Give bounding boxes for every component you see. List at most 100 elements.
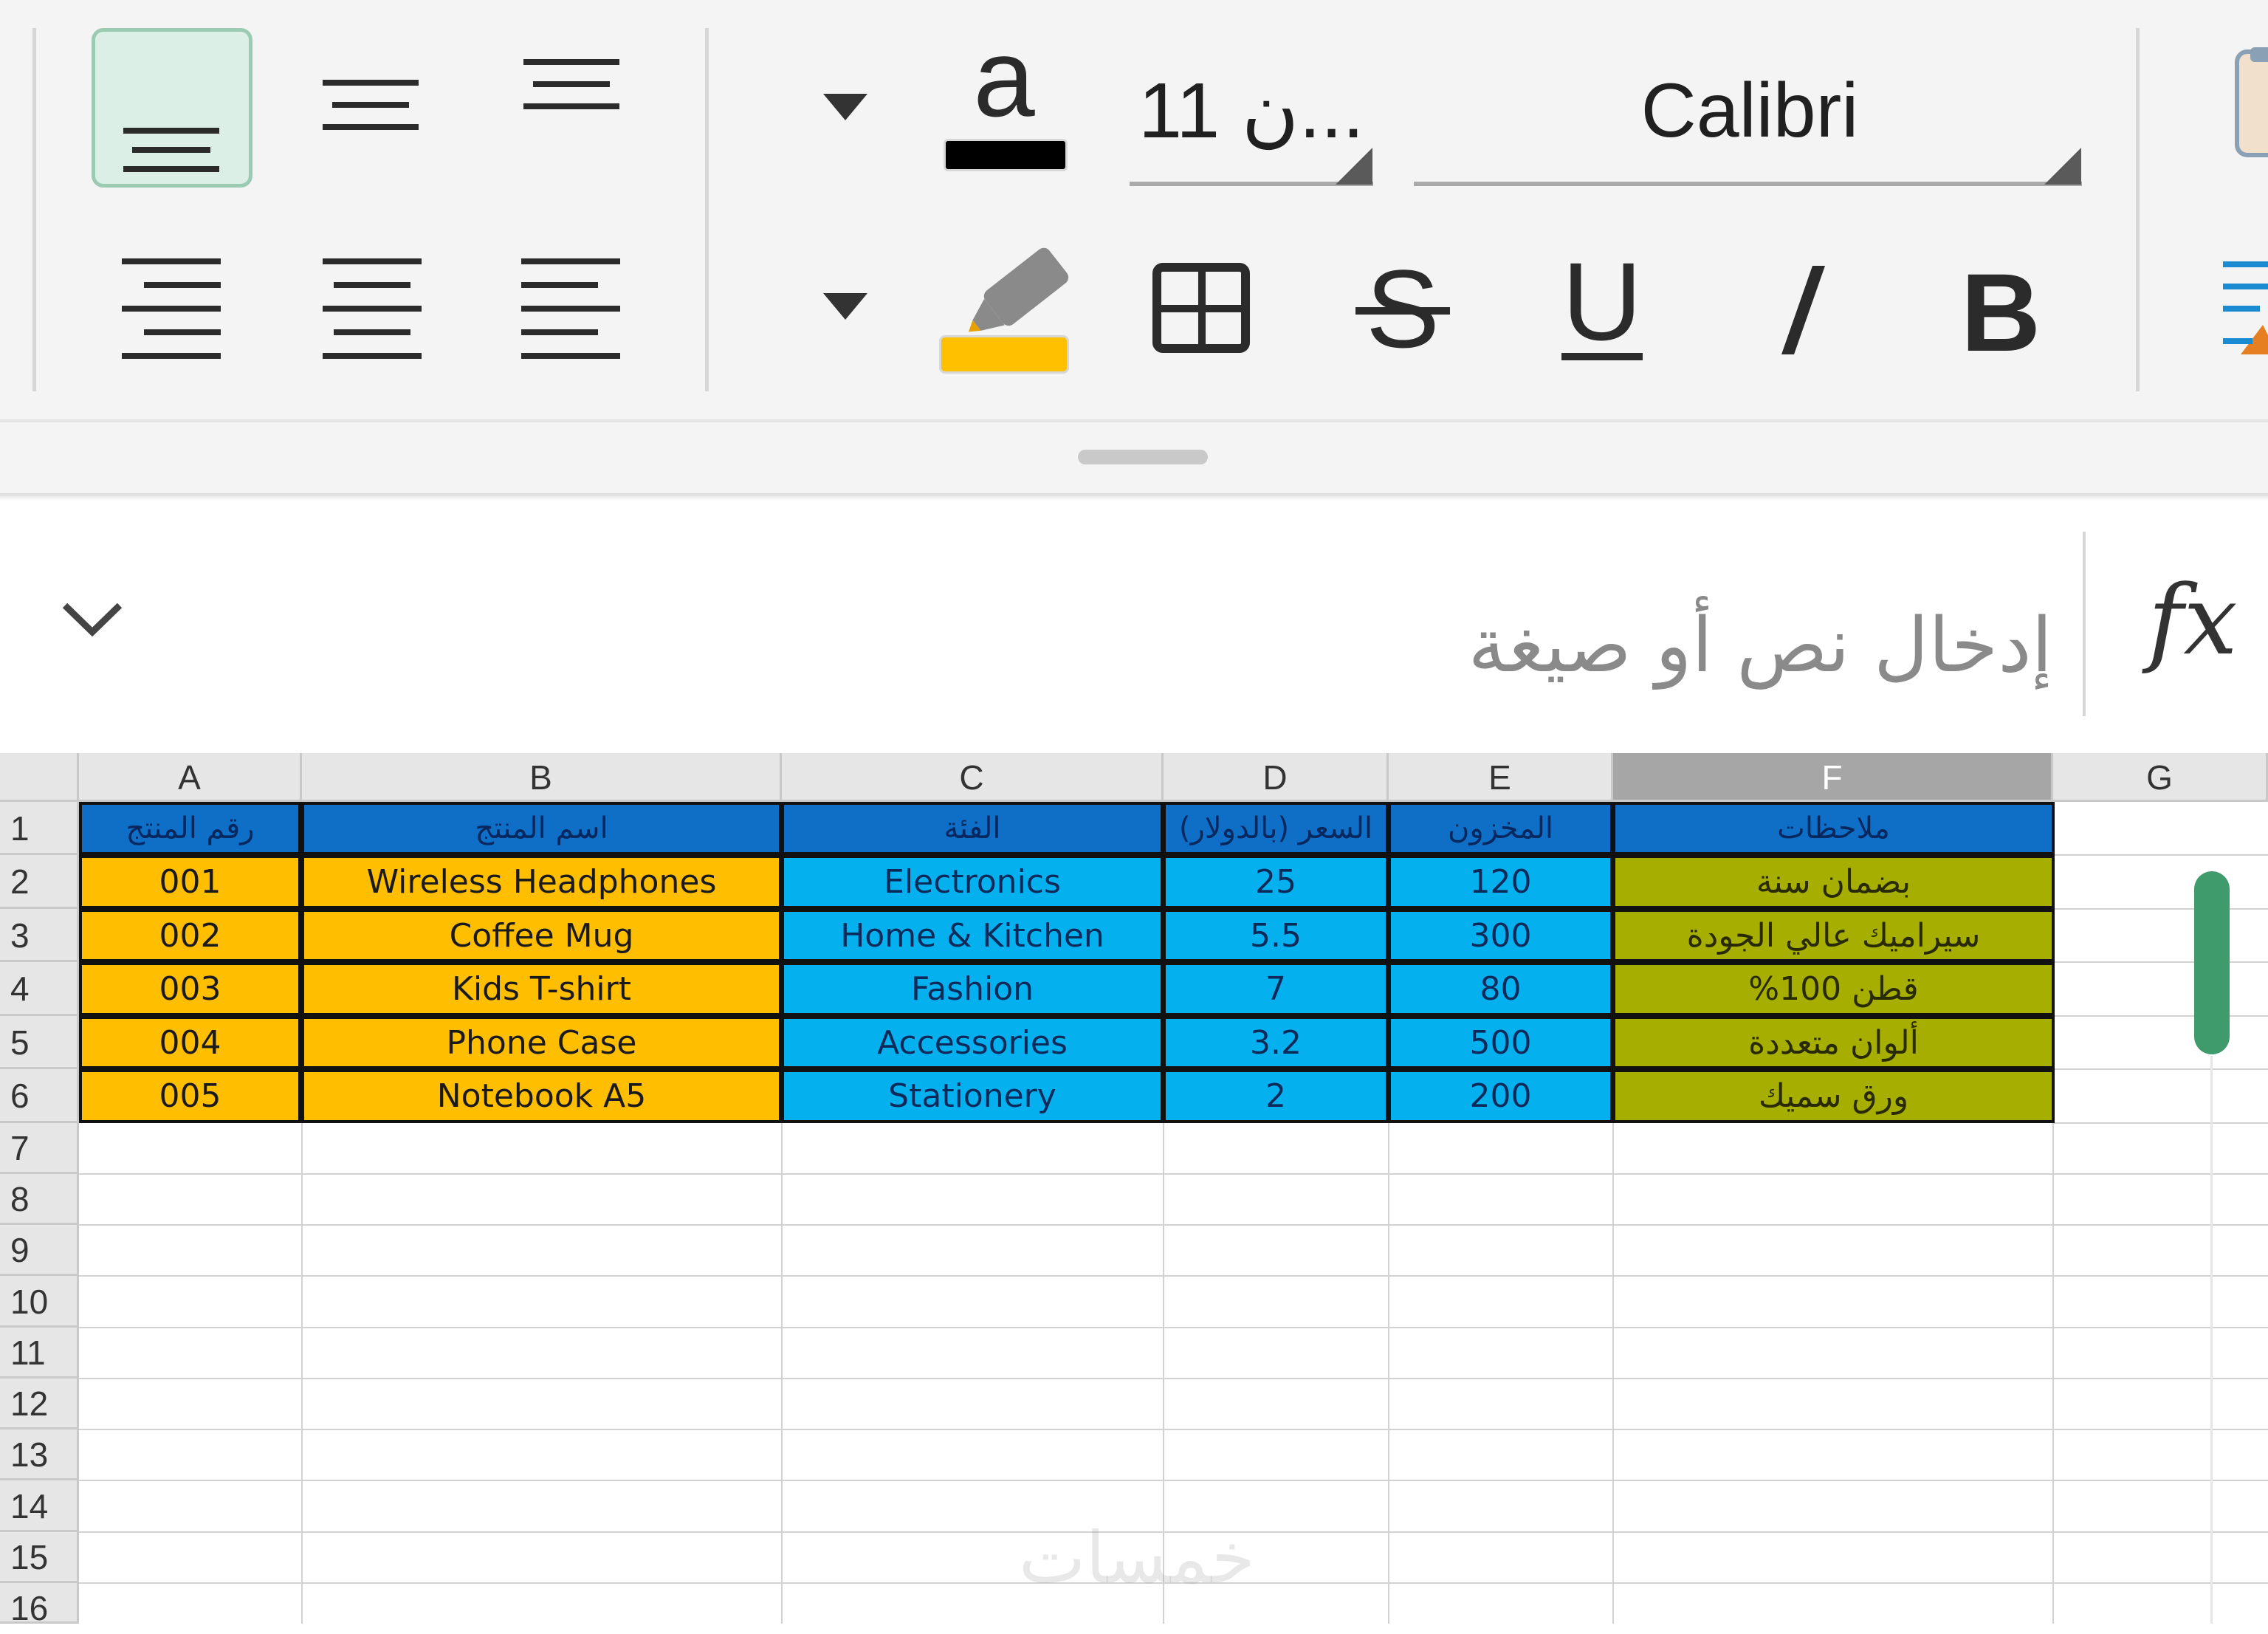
align-top-button[interactable]: [505, 28, 638, 188]
cell-c3[interactable]: Home & Kitchen: [784, 912, 1161, 959]
wrap-text-button[interactable]: [2219, 251, 2268, 369]
cell-d2[interactable]: 25: [1166, 858, 1386, 906]
align-middle-button[interactable]: [304, 28, 437, 188]
select-all-corner[interactable]: [0, 753, 79, 802]
header-cell-stock[interactable]: المخزون: [1391, 805, 1610, 852]
row-header[interactable]: 7: [0, 1123, 79, 1174]
strikethrough-button[interactable]: S: [1344, 244, 1462, 371]
fx-icon[interactable]: fx: [2134, 561, 2252, 679]
borders-button[interactable]: [1144, 251, 1262, 369]
cell-a6[interactable]: 005: [82, 1072, 298, 1120]
bold-icon: B: [1961, 250, 2041, 374]
header-cell-product-id[interactable]: رقم المنتج: [82, 805, 298, 852]
header-cell-notes[interactable]: ملاحظات: [1615, 805, 2052, 852]
row-header[interactable]: 6: [0, 1069, 79, 1123]
header-cell-price[interactable]: السعر (بالدولار): [1166, 805, 1386, 852]
gridline: [2053, 1122, 2268, 1124]
column-header-b[interactable]: B: [302, 753, 782, 802]
row-header[interactable]: 4: [0, 962, 79, 1016]
row-header[interactable]: 9: [0, 1225, 79, 1276]
font-color-dropdown[interactable]: [805, 78, 886, 137]
row-header[interactable]: 2: [0, 855, 79, 909]
gridline: [2053, 1068, 2268, 1070]
row-header[interactable]: 13: [0, 1429, 79, 1480]
cell-a3[interactable]: 002: [82, 912, 298, 959]
row-header[interactable]: 14: [0, 1480, 79, 1532]
cell-c2[interactable]: Electronics: [784, 858, 1161, 906]
underline-button[interactable]: U: [1543, 239, 1661, 369]
cell-e3[interactable]: 300: [1391, 912, 1610, 959]
cell-d4[interactable]: 7: [1166, 965, 1386, 1013]
font-size-field[interactable]: 11 ن...: [1130, 66, 1373, 155]
gridline: [2053, 961, 2268, 963]
align-center-icon: [323, 258, 422, 359]
cell-f2[interactable]: بضمان سنة: [1615, 858, 2052, 906]
cell-f6[interactable]: ورق سميك: [1615, 1072, 2052, 1120]
expand-formula-button[interactable]: [52, 583, 133, 657]
chevron-down-icon: [823, 293, 867, 320]
row-header[interactable]: 1: [0, 802, 79, 855]
align-bottom-button[interactable]: [92, 28, 252, 188]
cell-d6[interactable]: 2: [1166, 1072, 1386, 1120]
align-left-button[interactable]: [506, 244, 639, 369]
cell-e6[interactable]: 200: [1391, 1072, 1610, 1120]
cell-b2[interactable]: Wireless Headphones: [304, 858, 779, 906]
column-header-d[interactable]: D: [1164, 753, 1389, 802]
cell-b5[interactable]: Phone Case: [304, 1019, 779, 1066]
header-cell-product-name[interactable]: اسم المنتج: [304, 805, 779, 852]
gridline: [2053, 854, 2268, 856]
row-header[interactable]: 15: [0, 1532, 79, 1583]
ribbon-drag-handle[interactable]: [1078, 450, 1208, 464]
font-color-glyph: a: [973, 16, 1035, 140]
font-color-button[interactable]: a: [930, 16, 1078, 177]
cell-f3[interactable]: سيراميك عالي الجودة: [1615, 912, 2052, 959]
align-right-button[interactable]: [107, 244, 240, 369]
column-header-e[interactable]: E: [1389, 753, 1613, 802]
underline-icon: U: [1561, 239, 1643, 363]
font-name-field[interactable]: Calibri: [1418, 66, 2082, 155]
chevron-down-icon: [823, 94, 867, 120]
row-header[interactable]: 10: [0, 1276, 79, 1328]
column-header-a[interactable]: A: [79, 753, 302, 802]
cell-c6[interactable]: Stationery: [784, 1072, 1161, 1120]
cell-b4[interactable]: Kids T-shirt: [304, 965, 779, 1013]
watermark: خمسات: [1018, 1517, 1256, 1599]
row-header[interactable]: 3: [0, 909, 79, 962]
formula-input[interactable]: إدخال نص أو صيغة: [1314, 583, 2053, 709]
cell-a5[interactable]: 004: [82, 1019, 298, 1066]
highlight-color-swatch: [939, 335, 1069, 374]
cell-e2[interactable]: 120: [1391, 858, 1610, 906]
column-header-c[interactable]: C: [782, 753, 1164, 802]
italic-button[interactable]: [1742, 244, 1860, 369]
cell-b6[interactable]: Notebook A5: [304, 1072, 779, 1120]
svg-text:B: B: [1961, 250, 2041, 374]
gridline: [79, 1224, 2268, 1226]
row-header[interactable]: 16: [0, 1583, 79, 1627]
vertical-scroll-thumb[interactable]: [2194, 871, 2230, 1054]
row-header[interactable]: 8: [0, 1174, 79, 1225]
highlight-color-dropdown[interactable]: [805, 277, 886, 336]
row-header[interactable]: 12: [0, 1379, 79, 1429]
cell-a4[interactable]: 003: [82, 965, 298, 1013]
column-header-g[interactable]: G: [2053, 753, 2268, 802]
ribbon-separator: [705, 28, 709, 391]
font-color-swatch: [944, 139, 1068, 171]
highlight-color-button[interactable]: [930, 244, 1078, 377]
cell-e4[interactable]: 80: [1391, 965, 1610, 1013]
cell-a2[interactable]: 001: [82, 858, 298, 906]
cell-c5[interactable]: Accessories: [784, 1019, 1161, 1066]
cell-d3[interactable]: 5.5: [1166, 912, 1386, 959]
cell-d5[interactable]: 3.2: [1166, 1019, 1386, 1066]
row-header[interactable]: 11: [0, 1328, 79, 1379]
cell-b3[interactable]: Coffee Mug: [304, 912, 779, 959]
cell-e5[interactable]: 500: [1391, 1019, 1610, 1066]
align-center-button[interactable]: [306, 244, 439, 369]
cell-c4[interactable]: Fashion: [784, 965, 1161, 1013]
paste-button[interactable]: [2222, 37, 2268, 170]
bold-button[interactable]: B: [1942, 244, 2060, 374]
row-header[interactable]: 5: [0, 1016, 79, 1069]
cell-f4[interactable]: قطن 100%: [1615, 965, 2052, 1013]
column-header-f[interactable]: F: [1613, 753, 2053, 802]
cell-f5[interactable]: ألوان متعددة: [1615, 1019, 2052, 1066]
header-cell-category[interactable]: الفئة: [784, 805, 1161, 852]
